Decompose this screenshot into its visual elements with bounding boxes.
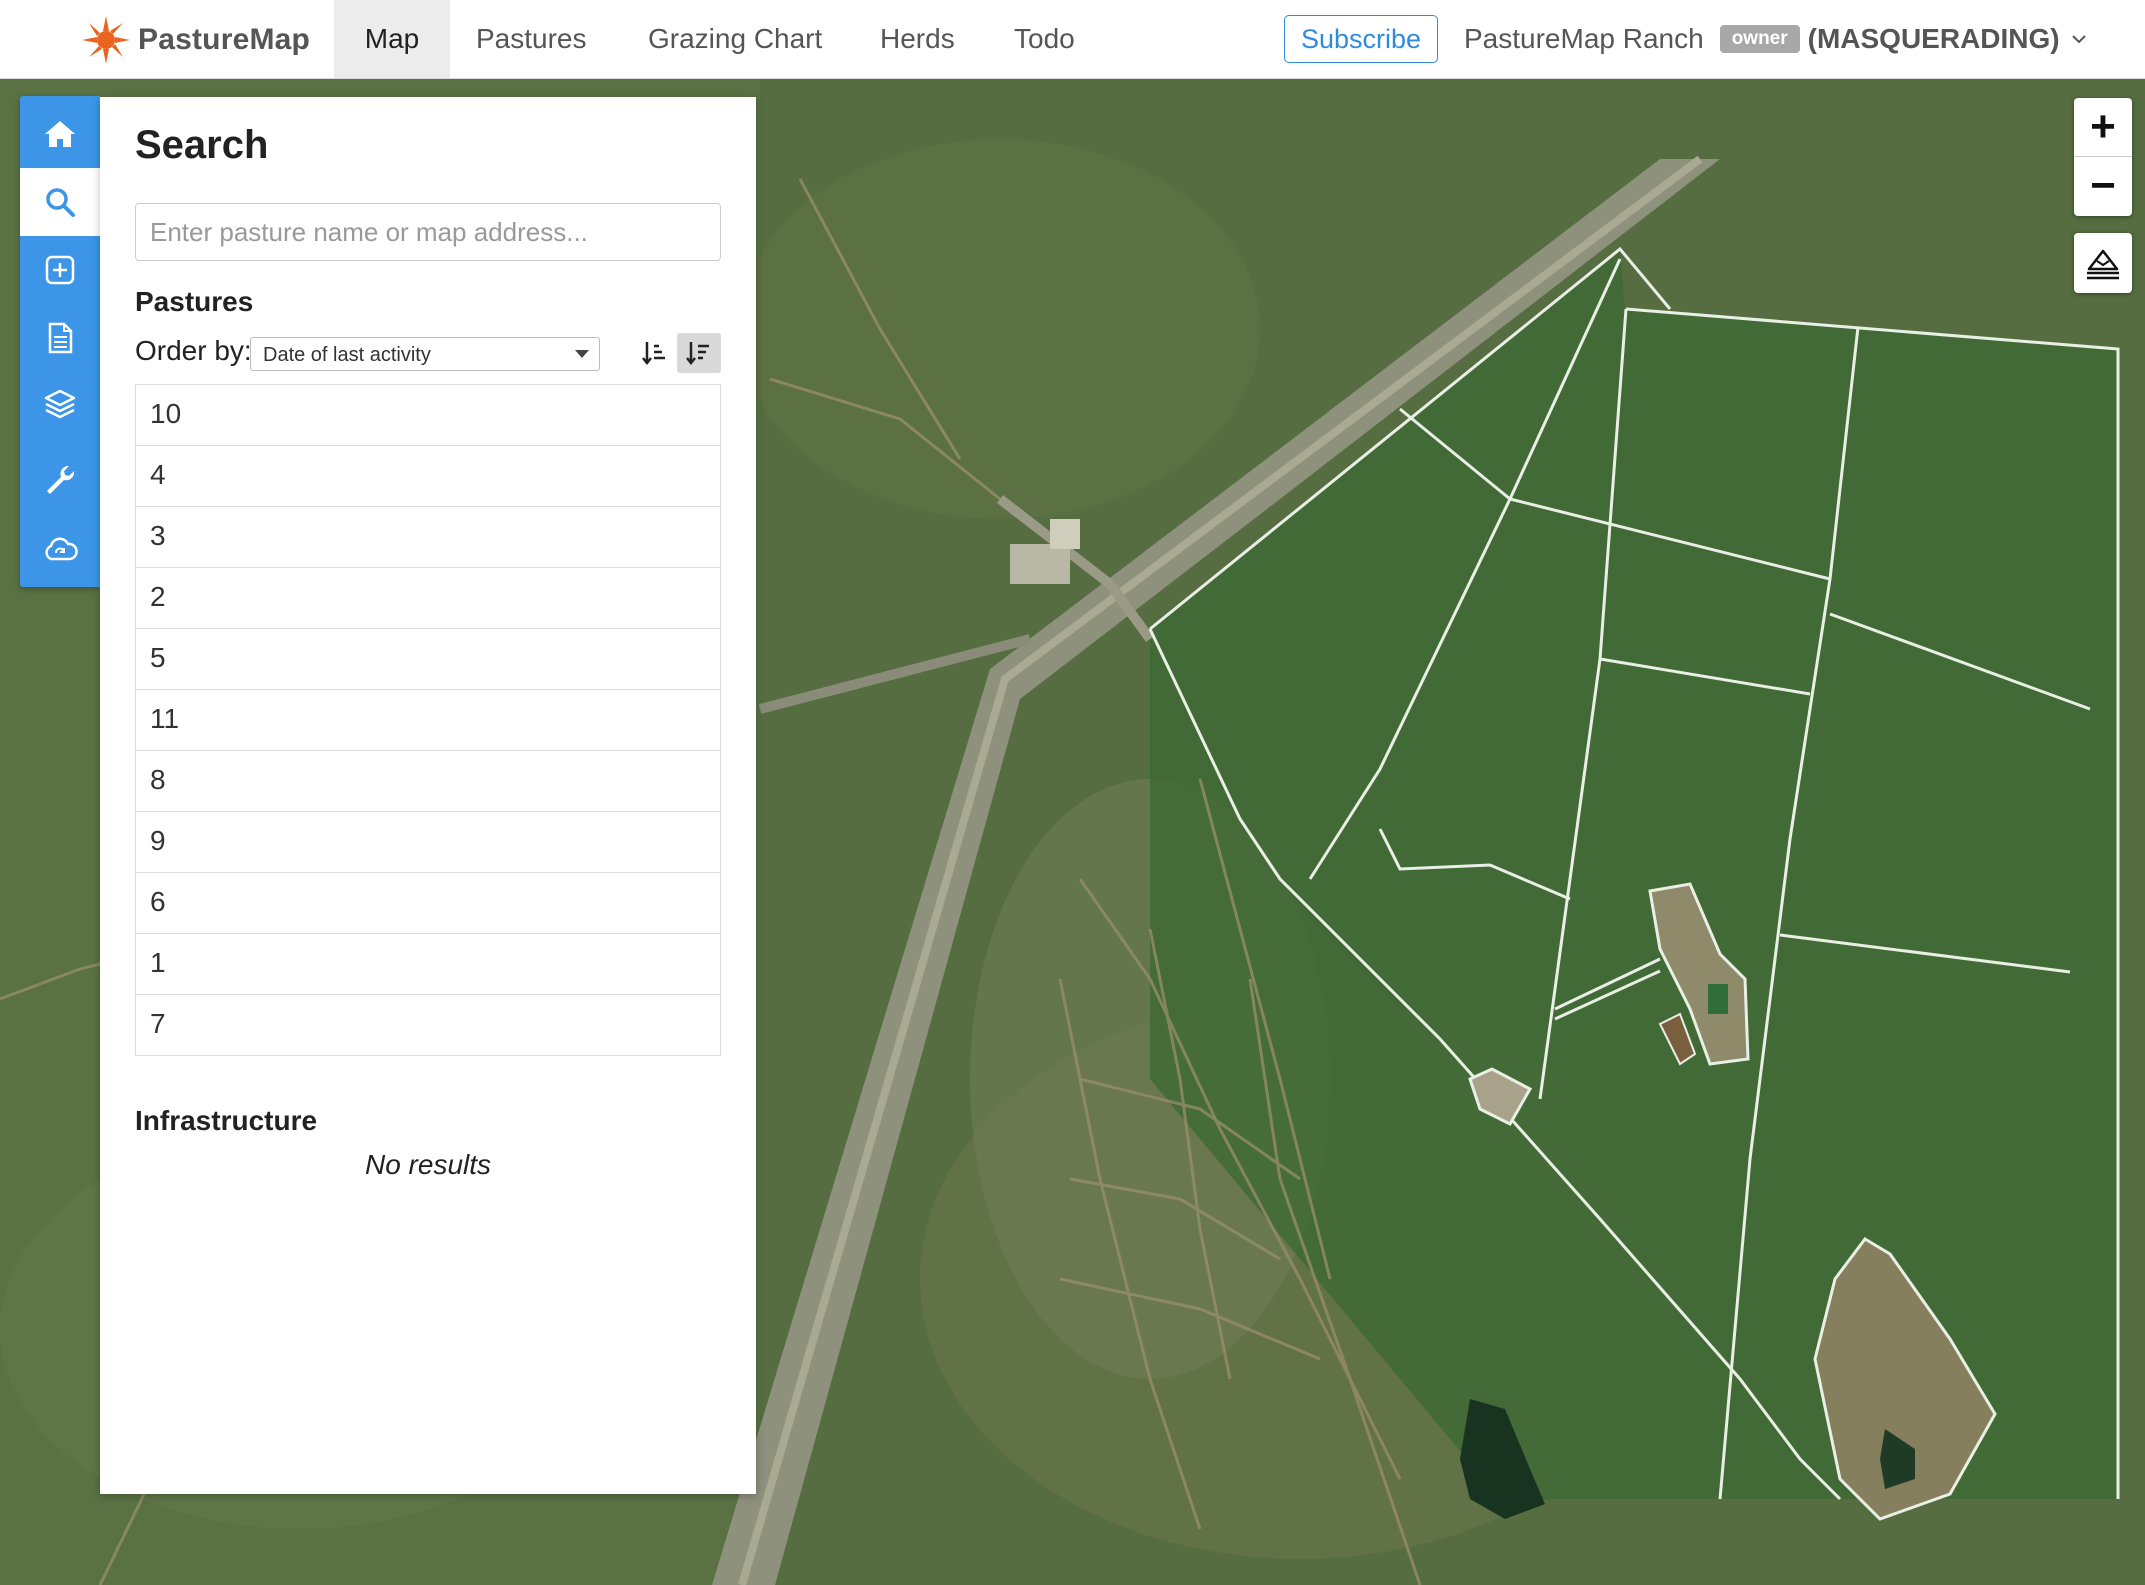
caret-down-icon xyxy=(575,350,589,358)
pasture-list-item[interactable]: 10 xyxy=(135,384,721,446)
pasture-list-item[interactable]: 2 xyxy=(135,568,721,629)
nav-grazing-chart[interactable]: Grazing Chart xyxy=(648,0,822,78)
sort-ascending-button[interactable] xyxy=(633,333,677,373)
tool-home[interactable] xyxy=(20,100,100,168)
search-panel: Search Pastures Order by: Date of last a… xyxy=(100,97,756,1494)
pasture-list-item[interactable]: 11 xyxy=(135,690,721,751)
brand-name: PastureMap xyxy=(138,23,311,56)
brand-logo[interactable]: PastureMap xyxy=(80,14,310,66)
nav-todo[interactable]: Todo xyxy=(1014,0,1075,78)
sort-ascending-icon xyxy=(642,342,665,366)
ranch-name: PastureMap Ranch xyxy=(1464,23,1704,54)
sort-descending-button[interactable] xyxy=(677,333,721,373)
zoom-out-button[interactable]: − xyxy=(2074,157,2132,215)
tool-settings[interactable] xyxy=(20,446,100,514)
pasture-list-item[interactable]: 8 xyxy=(135,751,721,812)
tool-search[interactable] xyxy=(20,168,100,236)
add-square-icon xyxy=(45,255,75,285)
chevron-down-icon xyxy=(2071,35,2086,44)
terrain-icon xyxy=(2087,249,2119,280)
nav-map[interactable]: Map xyxy=(334,0,450,78)
pasture-list-item[interactable]: 7 xyxy=(135,995,721,1056)
order-by-value: Date of last activity xyxy=(263,344,431,366)
terrain-toggle-button[interactable] xyxy=(2074,233,2132,293)
zoom-control: + − xyxy=(2074,98,2132,216)
sort-descending-icon xyxy=(686,342,709,366)
pasture-list-item[interactable]: 1 xyxy=(135,934,721,995)
document-icon xyxy=(48,322,73,354)
order-by-label: Order by: xyxy=(135,335,252,366)
wrench-icon xyxy=(47,465,75,494)
zoom-in-button[interactable]: + xyxy=(2074,98,2132,156)
tool-layers[interactable] xyxy=(20,370,100,438)
cloud-sync-icon xyxy=(45,537,78,561)
search-icon xyxy=(46,188,75,217)
top-navbar: PastureMap Map Pastures Grazing Chart He… xyxy=(0,0,2145,79)
layers-icon xyxy=(44,389,76,419)
pasture-list-item[interactable]: 5 xyxy=(135,629,721,690)
ranch-menu[interactable]: PastureMap Ranch owner (MASQUERADING) xyxy=(1464,0,2088,78)
masquerade-label: (MASQUERADING) xyxy=(1807,23,2060,54)
pasture-list-item[interactable]: 3 xyxy=(135,507,721,568)
infrastructure-heading: Infrastructure xyxy=(135,1105,318,1136)
nav-herds[interactable]: Herds xyxy=(880,0,955,78)
pasture-list-item[interactable]: 6 xyxy=(135,873,721,934)
order-by-select[interactable]: Date of last activity xyxy=(250,337,600,371)
map-toolbar xyxy=(20,96,100,587)
pasture-list: 10 4 3 2 5 11 8 9 6 1 7 xyxy=(135,384,721,1056)
role-badge: owner xyxy=(1719,25,1800,53)
nav-pastures[interactable]: Pastures xyxy=(476,0,587,78)
pasture-list-item[interactable]: 9 xyxy=(135,812,721,873)
sun-logo-icon xyxy=(82,16,130,64)
infrastructure-empty-text: No results xyxy=(364,1149,492,1180)
subscribe-button[interactable]: Subscribe xyxy=(1284,15,1438,63)
tool-add[interactable] xyxy=(20,236,100,304)
panel-title: Search xyxy=(135,123,269,167)
pasture-list-item[interactable]: 4 xyxy=(135,446,721,507)
home-icon xyxy=(45,121,75,147)
tool-records[interactable] xyxy=(20,304,100,372)
tool-sync[interactable] xyxy=(20,516,100,584)
pastures-heading: Pastures xyxy=(135,286,254,317)
search-input[interactable] xyxy=(135,203,721,261)
